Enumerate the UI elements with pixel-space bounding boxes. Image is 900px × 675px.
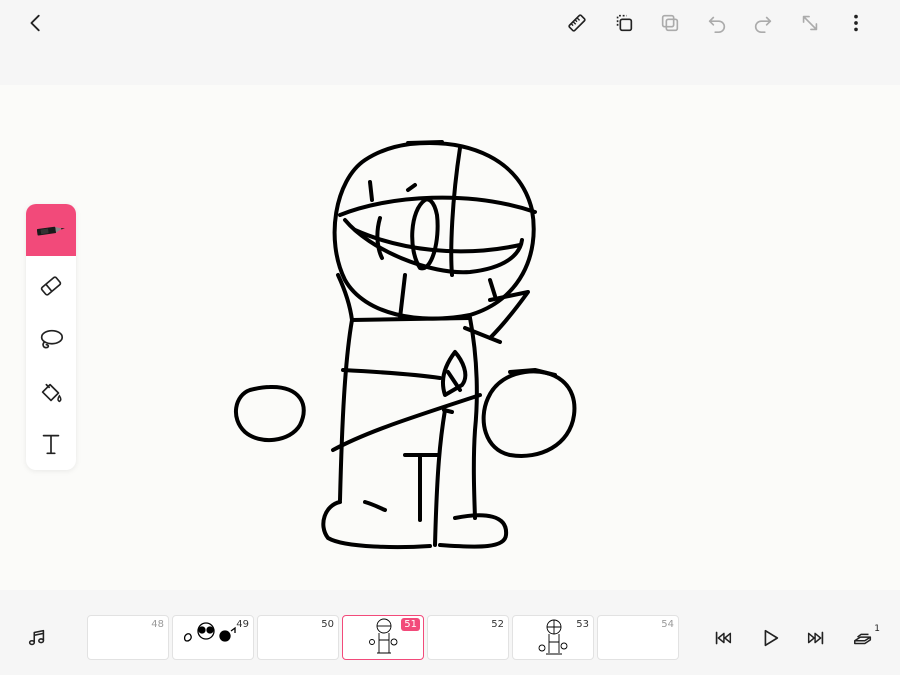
skip-end-icon: [807, 631, 824, 645]
frame-48[interactable]: 48: [87, 615, 169, 660]
frame-number: 48: [151, 619, 164, 630]
music-button[interactable]: [22, 623, 52, 653]
more-icon: [854, 14, 858, 32]
frame-number: 52: [491, 619, 504, 630]
fill-tool[interactable]: [26, 367, 76, 419]
text-icon: [42, 434, 60, 455]
more-options-button[interactable]: [841, 8, 871, 38]
frame-number: 50: [321, 619, 334, 630]
eraser-tool[interactable]: [26, 260, 76, 312]
frame-54[interactable]: 54: [597, 615, 679, 660]
back-button[interactable]: [21, 8, 51, 38]
frame-50[interactable]: 50: [257, 615, 339, 660]
tool-palette: [26, 204, 76, 470]
pen-tool[interactable]: [26, 204, 76, 256]
ruler-button[interactable]: [562, 8, 592, 38]
eraser-icon: [40, 276, 62, 296]
undo-icon: [708, 16, 726, 33]
copy-icon: [661, 14, 679, 32]
frame-49[interactable]: 49: [172, 615, 254, 660]
ruler-icon: [568, 14, 586, 32]
onion-skin-icon: [854, 633, 872, 645]
sketch-drawing: [234, 140, 577, 550]
onion-skin-count: 1: [874, 624, 880, 634]
copy-button[interactable]: [655, 8, 685, 38]
play-icon: [764, 629, 779, 647]
undo-button[interactable]: [702, 8, 732, 38]
frame-number: 51: [401, 618, 420, 631]
paint-bucket-icon: [41, 383, 62, 403]
top-toolbar: [0, 0, 900, 85]
duplicate-icon: [616, 14, 633, 32]
music-icon: [28, 629, 45, 646]
resize-icon: [802, 15, 818, 31]
lasso-tool[interactable]: [26, 314, 76, 366]
frame-52[interactable]: 52: [427, 615, 509, 660]
frame-number: 49: [236, 619, 249, 630]
duplicate-frame-button[interactable]: [609, 8, 639, 38]
text-tool[interactable]: [26, 418, 76, 470]
lasso-icon: [40, 329, 64, 349]
drawing-canvas[interactable]: [0, 85, 900, 590]
redo-button[interactable]: [748, 8, 778, 38]
resize-button[interactable]: [795, 8, 825, 38]
frame-number: 54: [661, 619, 674, 630]
pen-icon: [37, 226, 65, 236]
onion-skin-button[interactable]: 1: [848, 623, 880, 653]
frame-51[interactable]: 51: [342, 615, 424, 660]
skip-start-icon: [715, 631, 732, 645]
frame-number: 53: [576, 619, 589, 630]
redo-icon: [754, 16, 772, 33]
frame-53[interactable]: 53: [512, 615, 594, 660]
back-icon: [30, 14, 40, 32]
skip-to-end-button[interactable]: [801, 623, 831, 653]
skip-to-start-button[interactable]: [708, 623, 738, 653]
play-button[interactable]: [755, 623, 785, 653]
